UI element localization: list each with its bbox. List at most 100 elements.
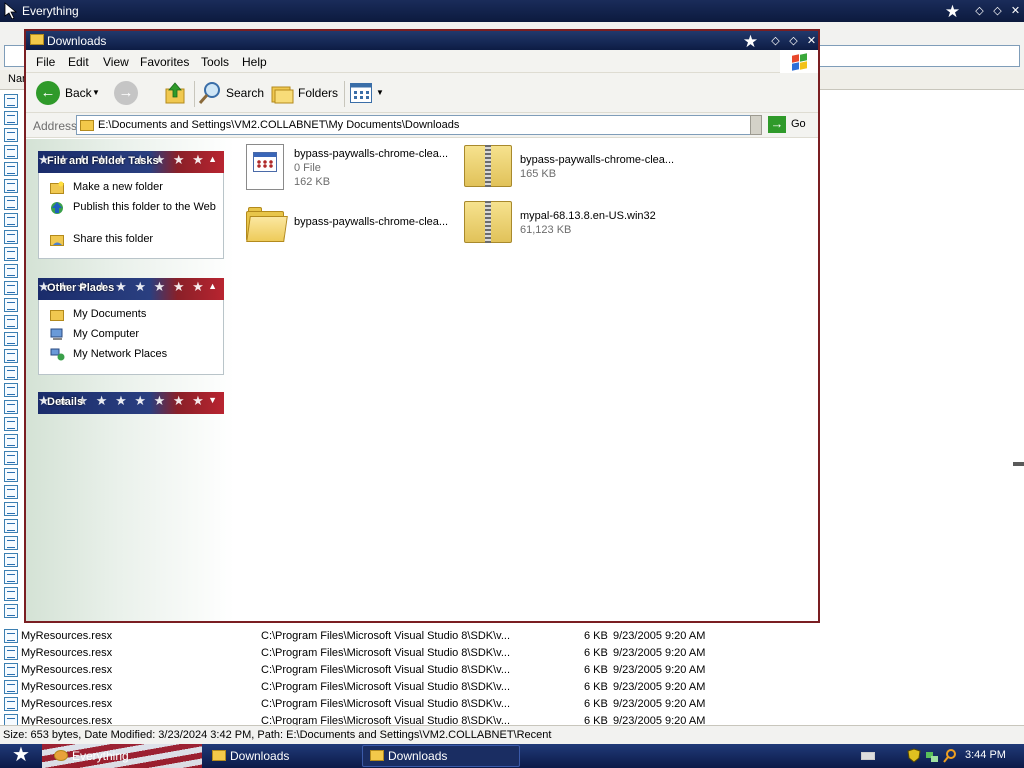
back-arrow-icon: ← xyxy=(36,81,60,105)
toolbar: ← Back ▼ → Search Folders ▼ xyxy=(26,73,818,113)
search-button[interactable]: Search xyxy=(198,80,264,106)
list-item[interactable] xyxy=(0,450,24,467)
list-item[interactable] xyxy=(0,280,24,297)
address-dropdown-button[interactable] xyxy=(750,115,762,135)
taskbar-item-everything[interactable]: Everything xyxy=(46,745,196,767)
start-button[interactable]: ★ xyxy=(0,744,42,768)
file-item[interactable]: bypass-paywalls-chrome-clea... 165 KB xyxy=(458,143,678,195)
list-item[interactable] xyxy=(0,314,24,331)
list-item[interactable] xyxy=(0,331,24,348)
shield-icon[interactable] xyxy=(907,748,921,763)
list-item[interactable] xyxy=(0,501,24,518)
list-item[interactable] xyxy=(0,586,24,603)
task-label: Everything xyxy=(72,749,129,763)
list-item[interactable] xyxy=(0,127,24,144)
back-button[interactable]: ← Back ▼ xyxy=(34,80,100,106)
network-icon[interactable] xyxy=(925,748,939,763)
maximize-button[interactable]: ◇ xyxy=(786,34,801,49)
list-item[interactable] xyxy=(0,263,24,280)
list-item[interactable] xyxy=(0,297,24,314)
downloads-titlebar[interactable]: Downloads ★ ◇ ◇ ✕ xyxy=(26,31,818,50)
collapse-chevron-icon[interactable]: ▲ xyxy=(208,281,217,291)
list-item[interactable] xyxy=(0,603,24,620)
collapse-chevron-icon[interactable]: ▲ xyxy=(208,154,217,164)
expand-chevron-icon[interactable]: ▼ xyxy=(208,395,217,405)
menu-tools[interactable]: Tools xyxy=(201,55,229,69)
list-item[interactable] xyxy=(0,178,24,195)
list-item[interactable] xyxy=(0,246,24,263)
up-folder-button[interactable] xyxy=(163,80,189,106)
details-header[interactable]: ★ ★ ★ ★ ★ ★ ★ ★ ★ Details ▼ xyxy=(38,392,224,414)
list-item[interactable] xyxy=(0,552,24,569)
file-item[interactable]: mypal-68.13.8.en-US.win32 61,123 KB xyxy=(458,199,678,251)
row-size: 6 KB xyxy=(584,630,608,642)
row-date: 9/23/2005 9:20 AM xyxy=(613,630,706,642)
file-icon xyxy=(4,332,18,346)
everything-app-icon xyxy=(4,2,18,19)
scrollbar-thumb[interactable] xyxy=(1013,462,1024,466)
other-places-panel: ★ ★ ★ ★ ★ ★ ★ ★ ★ Other Places ▲ My Docu… xyxy=(38,278,224,375)
taskbar-item-downloads-1[interactable]: Downloads xyxy=(204,745,354,767)
list-item[interactable] xyxy=(0,518,24,535)
file-view[interactable]: bypass-paywalls-chrome-clea... 0 File 16… xyxy=(234,139,818,621)
forward-button[interactable]: → xyxy=(112,80,148,106)
table-row[interactable]: MyResources.resx C:\Program Files\Microso… xyxy=(0,679,1024,696)
everything-titlebar[interactable]: Everything ★ ◇ ◇ ✕ xyxy=(0,0,1024,22)
list-item[interactable] xyxy=(0,569,24,586)
menu-favorites[interactable]: Favorites xyxy=(140,55,189,69)
chevron-down-icon[interactable]: ▼ xyxy=(92,88,100,97)
list-item[interactable] xyxy=(0,416,24,433)
list-item[interactable] xyxy=(0,348,24,365)
toolbar-separator xyxy=(344,81,345,107)
clock[interactable]: 3:44 PM xyxy=(965,749,1006,761)
list-item[interactable] xyxy=(0,399,24,416)
everything-status-bar: Size: 653 bytes, Date Modified: 3/23/202… xyxy=(0,725,1024,744)
menu-view[interactable]: View xyxy=(103,55,129,69)
list-item[interactable] xyxy=(0,195,24,212)
table-row[interactable]: MyResources.resx C:\Program Files\Microso… xyxy=(0,645,1024,662)
search-tray-icon[interactable] xyxy=(943,748,957,763)
table-row[interactable]: MyResources.resx C:\Program Files\Microso… xyxy=(0,696,1024,713)
list-item[interactable] xyxy=(0,212,24,229)
row-path: C:\Program Files\Microsoft Visual Studio… xyxy=(261,647,511,659)
file-folder-tasks-header[interactable]: ★ ★ ★ ★ ★ ★ ★ ★ ★ File and Folder Tasks … xyxy=(38,151,224,173)
list-item[interactable] xyxy=(0,110,24,127)
folders-button[interactable]: Folders xyxy=(270,80,338,106)
list-item[interactable] xyxy=(0,229,24,246)
list-item[interactable] xyxy=(0,484,24,501)
panel-title: Details xyxy=(47,396,84,408)
menu-edit[interactable]: Edit xyxy=(68,55,89,69)
list-item[interactable] xyxy=(0,365,24,382)
menu-help[interactable]: Help xyxy=(242,55,267,69)
table-row[interactable]: MyResources.resx C:\Program Files\Microso… xyxy=(0,628,1024,645)
file-item[interactable]: bypass-paywalls-chrome-clea... 0 File 16… xyxy=(234,143,454,195)
resx-file-icon xyxy=(4,663,18,677)
keyboard-icon[interactable] xyxy=(861,752,875,760)
row-date: 9/23/2005 9:20 AM xyxy=(613,698,706,710)
folder-item[interactable]: bypass-paywalls-chrome-clea... xyxy=(234,203,454,255)
other-places-header[interactable]: ★ ★ ★ ★ ★ ★ ★ ★ ★ Other Places ▲ xyxy=(38,278,224,300)
minimize-button[interactable]: ◇ xyxy=(768,34,783,49)
list-item[interactable] xyxy=(0,433,24,450)
go-button[interactable]: → Go xyxy=(768,115,816,135)
table-row[interactable]: MyResources.resx C:\Program Files\Microso… xyxy=(0,662,1024,679)
file-icon xyxy=(4,128,18,142)
list-item[interactable] xyxy=(0,144,24,161)
views-button[interactable]: ▼ xyxy=(350,80,386,106)
list-item[interactable] xyxy=(0,93,24,110)
list-item[interactable] xyxy=(0,382,24,399)
file-icon xyxy=(4,451,18,465)
star-icon: ★ xyxy=(944,1,961,21)
taskbar-item-downloads-2[interactable]: Downloads xyxy=(362,745,520,767)
minimize-button[interactable]: ◇ xyxy=(972,4,987,19)
maximize-button[interactable]: ◇ xyxy=(990,4,1005,19)
close-button[interactable]: ✕ xyxy=(1008,4,1023,19)
list-item[interactable] xyxy=(0,467,24,484)
menu-file[interactable]: File xyxy=(36,55,55,69)
close-button[interactable]: ✕ xyxy=(804,34,819,49)
address-label: Address xyxy=(33,119,78,133)
address-input[interactable]: E:\Documents and Settings\VM2.COLLABNET\… xyxy=(76,115,761,135)
list-item[interactable] xyxy=(0,161,24,178)
file-icon xyxy=(4,162,18,176)
list-item[interactable] xyxy=(0,535,24,552)
